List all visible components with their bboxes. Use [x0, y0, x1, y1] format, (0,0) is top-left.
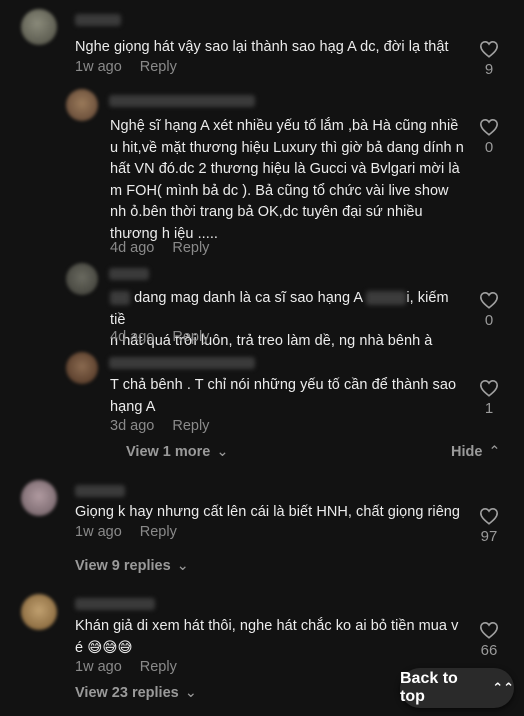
comment-time: 1w ago: [75, 59, 122, 75]
back-to-top-label: Back to top: [400, 670, 458, 705]
comment-time: 3d ago: [110, 418, 155, 434]
avatar[interactable]: [66, 89, 98, 121]
heart-outline-icon: [479, 40, 499, 58]
reply-button[interactable]: Reply: [172, 418, 209, 434]
comment-time: 4d ago: [110, 240, 155, 256]
like-count: 66: [480, 642, 498, 659]
like-button[interactable]: 0: [474, 291, 504, 329]
username-blurred[interactable]: [75, 14, 121, 26]
comment-time: 4d ago: [110, 329, 155, 345]
reply-button[interactable]: Reply: [172, 329, 209, 345]
chevron-up-icon: ⌃: [488, 444, 501, 460]
view-replies-button[interactable]: View 9 replies ⌄: [75, 558, 189, 574]
reply-button[interactable]: Reply: [140, 659, 177, 675]
comment-meta: 1w ago Reply: [75, 524, 177, 540]
chevron-down-icon: ⌄: [216, 444, 229, 460]
heart-outline-icon: [479, 118, 499, 136]
name-blurred: [366, 291, 407, 306]
like-button[interactable]: 1: [474, 379, 504, 417]
reply-button[interactable]: Reply: [172, 240, 209, 256]
username-blurred[interactable]: [109, 95, 255, 107]
double-chevron-up-icon: ⌃⌃: [492, 680, 514, 695]
reply-button[interactable]: Reply: [140, 59, 177, 75]
heart-outline-icon: [479, 291, 499, 309]
comment-time: 1w ago: [75, 659, 122, 675]
like-count: 1: [484, 400, 494, 417]
like-count: 0: [484, 312, 494, 329]
like-count: 97: [480, 528, 498, 545]
comment-text: T chả bênh . T chỉ nói những yếu tố cần …: [110, 377, 457, 415]
comment-text: Nghệ sĩ hạng A xét nhiều yếu tố lắm ,bà …: [110, 118, 464, 242]
username-blurred[interactable]: [109, 268, 149, 280]
comment-text: Nghe giọng hát vậy sao lại thành sao hạg…: [75, 39, 449, 55]
like-button[interactable]: 66: [474, 621, 504, 659]
comment-meta: 3d ago Reply: [110, 418, 209, 434]
mention-blurred: [110, 291, 130, 306]
heart-outline-icon: [479, 621, 499, 639]
comment-text: Khán giả di xem hát thôi, nghe hát chắc …: [75, 618, 459, 656]
view-more-replies-button[interactable]: View 1 more ⌄: [126, 444, 229, 460]
avatar[interactable]: [21, 480, 57, 516]
avatar[interactable]: [66, 352, 98, 384]
like-button[interactable]: 97: [474, 507, 504, 545]
username-blurred[interactable]: [75, 598, 155, 610]
like-button[interactable]: 0: [474, 118, 504, 156]
comment-meta: 4d ago Reply: [110, 240, 209, 256]
like-count: 9: [484, 61, 494, 78]
hide-replies-button[interactable]: Hide ⌃: [451, 444, 501, 460]
back-to-top-button[interactable]: Back to top ⌃⌃: [400, 668, 514, 708]
heart-outline-icon: [479, 507, 499, 525]
comment-time: 1w ago: [75, 524, 122, 540]
comment-text: Giọng k hay nhưng cất lên cái là biết HN…: [75, 504, 461, 520]
like-button[interactable]: 9: [474, 40, 504, 78]
reply-button[interactable]: Reply: [140, 524, 177, 540]
avatar[interactable]: [66, 263, 98, 295]
username-blurred[interactable]: [75, 485, 125, 497]
chevron-down-icon: ⌄: [176, 558, 189, 574]
avatar[interactable]: [21, 594, 57, 630]
chevron-down-icon: ⌄: [184, 685, 197, 701]
heart-outline-icon: [479, 379, 499, 397]
comment-meta: 1w ago Reply: [75, 659, 177, 675]
avatar[interactable]: [21, 9, 57, 45]
comment-meta: 4d ago Reply: [110, 329, 209, 345]
view-replies-button[interactable]: View 23 replies ⌄: [75, 685, 197, 701]
username-blurred[interactable]: [109, 357, 255, 369]
like-count: 0: [484, 139, 494, 156]
comment-meta: 1w ago Reply: [75, 59, 177, 75]
